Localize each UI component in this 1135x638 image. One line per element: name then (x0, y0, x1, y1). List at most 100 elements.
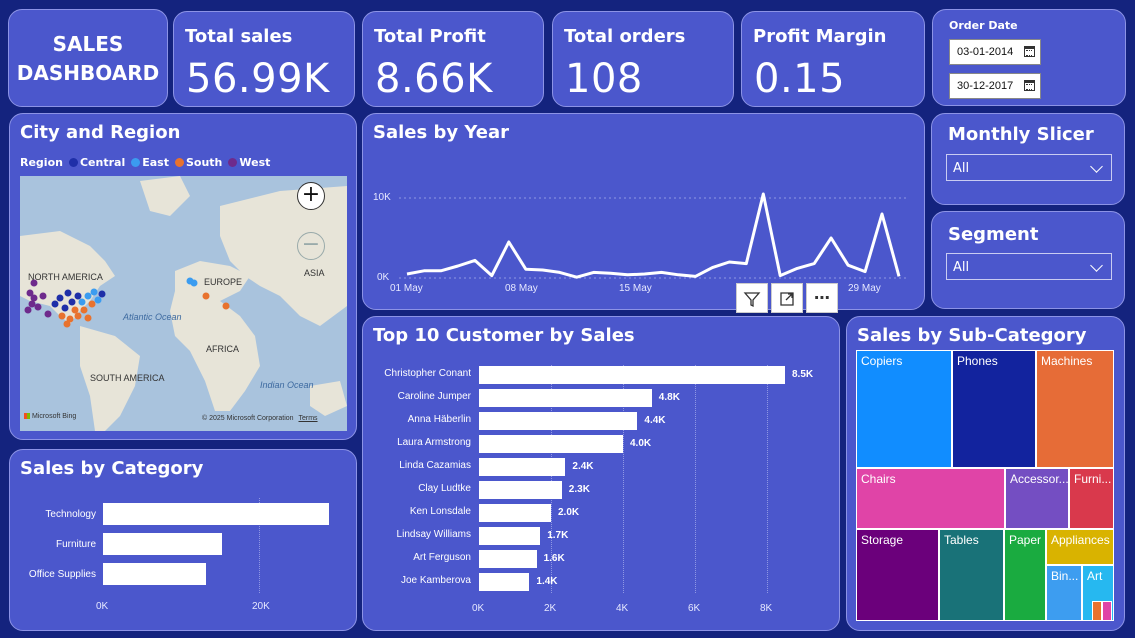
customer-label: Lindsay Williams (396, 529, 471, 540)
customer-bar[interactable] (479, 366, 785, 384)
end-date-input[interactable]: 30-12-2017 (949, 73, 1041, 99)
map-point (80, 306, 88, 314)
legend-item-central[interactable]: Central (68, 156, 125, 169)
map-point (94, 296, 102, 304)
legend-item-south[interactable]: South (174, 156, 223, 169)
customer-value: 4.0K (630, 438, 652, 449)
x-tick: 15 May (619, 283, 652, 294)
customer-label: Clay Ludtke (418, 483, 471, 494)
customer-label: Laura Armstrong (397, 437, 471, 448)
map-point (222, 302, 230, 310)
region-legend: Region Central East South West (20, 156, 270, 169)
legend-label: South (185, 156, 223, 169)
sub-category-title: Sales by Sub-Category (857, 325, 1087, 346)
map-point (88, 300, 96, 308)
customer-label: Christopher Conant (384, 368, 471, 379)
treemap-cell[interactable]: Storage (856, 529, 939, 621)
sub-category-treemap[interactable]: Copiers Phones Machines Chairs Accessor... Fu… (856, 350, 1114, 621)
sales-by-category-chart[interactable]: 0K 20K Technology Furniture Office Supplies (10, 450, 356, 630)
treemap-cell[interactable]: Chairs (856, 468, 1005, 529)
segment-slicer-dropdown[interactable]: All (946, 253, 1112, 280)
calendar-icon[interactable] (1024, 46, 1035, 57)
x-tick: 0K (96, 601, 109, 612)
treemap-cell[interactable]: Paper (1004, 529, 1046, 621)
kpi-label: Profit Margin (753, 26, 887, 47)
kpi-value: 56.99K (186, 56, 330, 102)
customer-value: 4.8K (658, 392, 680, 403)
legend-label: East (142, 156, 169, 169)
map-point (63, 320, 71, 328)
category-bar[interactable] (103, 533, 222, 555)
customer-value: 2.0K (558, 507, 580, 518)
x-tick: 01 May (390, 283, 423, 294)
segment-slicer-card: Segment All (931, 211, 1125, 309)
category-label: Furniture (55, 539, 96, 550)
customer-bar[interactable] (479, 527, 541, 545)
customer-label: Linda Cazamias (399, 460, 471, 471)
chevron-down-icon (1090, 160, 1103, 173)
customer-value: 4.4K (644, 415, 666, 426)
category-bar[interactable] (103, 503, 330, 525)
sub-category-card: Sales by Sub-Category Copiers Phones Machi… (846, 316, 1125, 631)
focus-mode-button[interactable] (771, 283, 803, 313)
monthly-slicer-dropdown[interactable]: All (946, 154, 1112, 181)
treemap-cell[interactable]: Bin... (1046, 565, 1082, 621)
treemap-cell[interactable]: Appliances (1046, 529, 1114, 565)
x-tick: 2K (544, 603, 557, 614)
legend-item-west[interactable]: West (228, 156, 270, 169)
customer-label: Ken Lonsdale (409, 506, 471, 517)
zoom-in-button[interactable]: + (297, 182, 325, 210)
legend-label: West (239, 156, 271, 169)
kpi-total-orders: Total orders 108 (552, 11, 734, 107)
more-options-button[interactable]: ⋯ (806, 283, 838, 313)
legend-dot (68, 158, 78, 167)
map-point (64, 289, 72, 297)
customer-value: 2.3K (568, 484, 590, 495)
map-label-africa: AFRICA (206, 344, 240, 354)
treemap-cell[interactable]: Accessor... (1005, 468, 1069, 529)
customer-bar[interactable] (479, 389, 652, 407)
treemap-subcell[interactable] (1102, 601, 1112, 621)
treemap-cell[interactable]: Copiers (856, 350, 952, 468)
x-tick: 08 May (505, 283, 538, 294)
map-point (68, 298, 76, 306)
monthly-slicer-title: Monthly Slicer (948, 124, 1094, 145)
x-tick: 20K (252, 601, 270, 612)
customer-bar[interactable] (479, 504, 551, 522)
category-bar[interactable] (103, 563, 206, 585)
map-label-north-america: NORTH AMERICA (28, 272, 103, 282)
customer-bar[interactable] (479, 458, 566, 476)
region-map[interactable]: + − NORTH AMERICA EUROPE ASIA AFRICA SOU… (20, 176, 347, 431)
sales-line-chart[interactable] (399, 162, 919, 282)
top-customers-chart[interactable]: 0K 2K 4K 6K 8K Christopher Conant 8.5K Caroline… (363, 317, 839, 630)
treemap-cell[interactable]: Machines (1036, 350, 1114, 468)
filter-button[interactable] (736, 283, 768, 313)
y-tick: 0K (377, 272, 390, 283)
treemap-subcell[interactable] (1092, 601, 1102, 621)
dashboard-title-line1: SALES (52, 32, 124, 56)
customer-bar[interactable] (479, 573, 530, 591)
x-tick: 4K (616, 603, 629, 614)
customer-bar[interactable] (479, 550, 537, 568)
legend-item-east[interactable]: East (131, 156, 169, 169)
customer-bar[interactable] (479, 435, 623, 453)
map-label-asia: ASIA (304, 268, 325, 278)
treemap-cell[interactable]: Furni... (1069, 468, 1114, 529)
map-canvas[interactable] (20, 176, 347, 431)
zoom-out-button[interactable]: − (297, 232, 325, 260)
map-point (78, 298, 86, 306)
start-date-input[interactable]: 03-01-2014 (949, 39, 1041, 65)
customer-bar[interactable] (479, 481, 562, 499)
order-date-label: Order Date (949, 19, 1018, 32)
map-point (98, 290, 106, 298)
treemap-cell[interactable]: Phones (952, 350, 1036, 468)
customer-bar[interactable] (479, 412, 638, 430)
map-label-atlantic: Atlantic Ocean (123, 312, 182, 322)
treemap-cell[interactable]: Tables (939, 529, 1004, 621)
calendar-icon[interactable] (1024, 80, 1035, 91)
terms-link[interactable]: Terms (299, 415, 318, 422)
grid-line (767, 365, 768, 593)
x-tick: 6K (688, 603, 701, 614)
top-customers-card: Top 10 Customer by Sales 0K 2K 4K 6K 8K Chris… (362, 316, 840, 631)
land-asia (220, 186, 347, 326)
